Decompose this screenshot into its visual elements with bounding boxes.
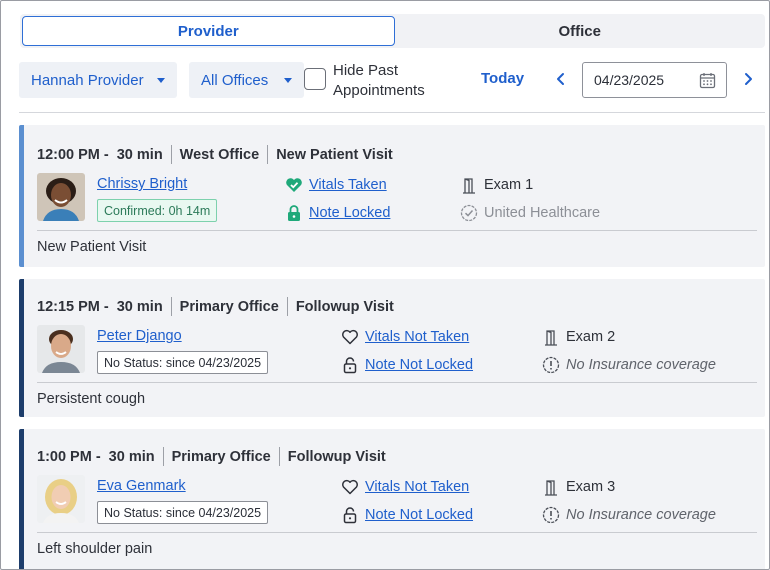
provider-dropdown-label: Hannah Provider (31, 71, 144, 89)
insurance-label: No Insurance coverage (566, 507, 716, 523)
appointment-time: 12:00 PM - (37, 146, 109, 163)
patient-name-link[interactable]: Peter Django (97, 328, 182, 344)
hide-past-checkbox[interactable] (304, 68, 326, 90)
tab-office[interactable]: Office (395, 14, 766, 48)
patient-name-link[interactable]: Eva Genmark (97, 478, 186, 494)
caret-down-icon (284, 78, 292, 83)
note-status[interactable]: Note Not Locked (340, 355, 473, 375)
heart-outline-icon (340, 477, 360, 497)
alert-circle-icon (541, 355, 561, 375)
caret-down-icon (157, 78, 165, 83)
hide-past-label[interactable]: Hide Past Appointments (333, 61, 453, 101)
header-separator (267, 145, 269, 164)
calendar-icon[interactable] (699, 72, 716, 89)
note-link[interactable]: Note Not Locked (365, 507, 473, 523)
today-button[interactable]: Today (481, 70, 524, 87)
appointment-header: 12:00 PM - 30 min West Office New Patien… (37, 145, 393, 164)
appointment-office: West Office (179, 146, 260, 163)
vitals-status[interactable]: Vitals Taken (284, 175, 387, 195)
vitals-link[interactable]: Vitals Not Taken (365, 329, 469, 345)
appointment-duration: 30 min (108, 448, 155, 465)
insurance-status: No Insurance coverage (541, 505, 716, 525)
appointment-visit-type: Followup Visit (295, 298, 394, 315)
appointment-time: 1:00 PM - (37, 448, 101, 465)
lock-closed-icon (284, 203, 304, 223)
vitals-link[interactable]: Vitals Taken (309, 177, 387, 193)
insurance-label: United Healthcare (484, 205, 601, 221)
appointment-office: Primary Office (171, 448, 271, 465)
visit-reason: New Patient Visit (37, 239, 147, 255)
header-separator (170, 145, 172, 164)
patient-name-link[interactable]: Chrissy Bright (97, 176, 187, 192)
appointment-card[interactable]: 12:00 PM - 30 min West Office New Patien… (19, 125, 765, 267)
patient-avatar (37, 475, 85, 523)
status-badge: Confirmed: 0h 14m (97, 199, 218, 222)
filter-divider (19, 112, 765, 113)
header-separator (278, 447, 280, 466)
insurance-status: United Healthcare (459, 203, 600, 223)
lock-open-icon (340, 355, 360, 375)
exam-room-label: Exam 3 (566, 479, 616, 495)
heart-outline-icon (340, 327, 360, 347)
filter-bar: Hannah Provider All Offices Hide Past Ap… (1, 61, 769, 101)
insurance-label: No Insurance coverage (566, 357, 716, 373)
appointment-duration: 30 min (116, 146, 163, 163)
exam-room-label: Exam 2 (566, 329, 616, 345)
appointment-office: Primary Office (179, 298, 279, 315)
exam-room: Exam 3 (541, 477, 615, 497)
card-divider (37, 382, 757, 383)
exam-room-label: Exam 1 (484, 177, 534, 193)
appointment-time: 12:15 PM - (37, 298, 109, 315)
appointment-visit-type: New Patient Visit (276, 146, 393, 163)
visit-reason: Persistent cough (37, 391, 146, 407)
check-circle-icon (459, 203, 479, 223)
status-badge: No Status: since 04/23/2025 (97, 351, 269, 374)
vitals-status[interactable]: Vitals Not Taken (340, 327, 469, 347)
vitals-link[interactable]: Vitals Not Taken (365, 479, 469, 495)
card-divider (37, 532, 757, 533)
appointment-header: 12:15 PM - 30 min Primary Office Followu… (37, 297, 394, 316)
lock-open-icon (340, 505, 360, 525)
appointment-card[interactable]: 12:15 PM - 30 min Primary Office Followu… (19, 279, 765, 417)
chevron-left-icon[interactable] (553, 70, 569, 88)
exam-room: Exam 1 (459, 175, 533, 195)
note-link[interactable]: Note Not Locked (365, 357, 473, 373)
exam-room: Exam 2 (541, 327, 615, 347)
appointment-card[interactable]: 1:00 PM - 30 min Primary Office Followup… (19, 429, 765, 569)
office-dropdown[interactable]: All Offices (189, 62, 304, 98)
appointments-panel: Provider Office Hannah Provider All Offi… (0, 0, 770, 570)
chevron-right-icon[interactable] (740, 70, 756, 88)
header-separator (162, 447, 164, 466)
office-dropdown-label: All Offices (201, 71, 269, 89)
appointment-header: 1:00 PM - 30 min Primary Office Followup… (37, 447, 386, 466)
door-icon (541, 327, 561, 347)
note-link[interactable]: Note Locked (309, 205, 390, 221)
provider-dropdown[interactable]: Hannah Provider (19, 62, 177, 98)
note-status[interactable]: Note Not Locked (340, 505, 473, 525)
tab-provider[interactable]: Provider (22, 16, 395, 46)
door-icon (459, 175, 479, 195)
patient-avatar (37, 173, 85, 221)
heart-check-icon (284, 175, 304, 195)
card-divider (37, 230, 757, 231)
appointment-visit-type: Followup Visit (287, 448, 386, 465)
note-status[interactable]: Note Locked (284, 203, 390, 223)
insurance-status: No Insurance coverage (541, 355, 716, 375)
visit-reason: Left shoulder pain (37, 541, 153, 557)
appointment-duration: 30 min (116, 298, 163, 315)
header-separator (170, 297, 172, 316)
view-tabs: Provider Office (20, 14, 765, 48)
header-separator (286, 297, 288, 316)
patient-avatar (37, 325, 85, 373)
alert-circle-icon (541, 505, 561, 525)
status-badge: No Status: since 04/23/2025 (97, 501, 269, 524)
door-icon (541, 477, 561, 497)
vitals-status[interactable]: Vitals Not Taken (340, 477, 469, 497)
